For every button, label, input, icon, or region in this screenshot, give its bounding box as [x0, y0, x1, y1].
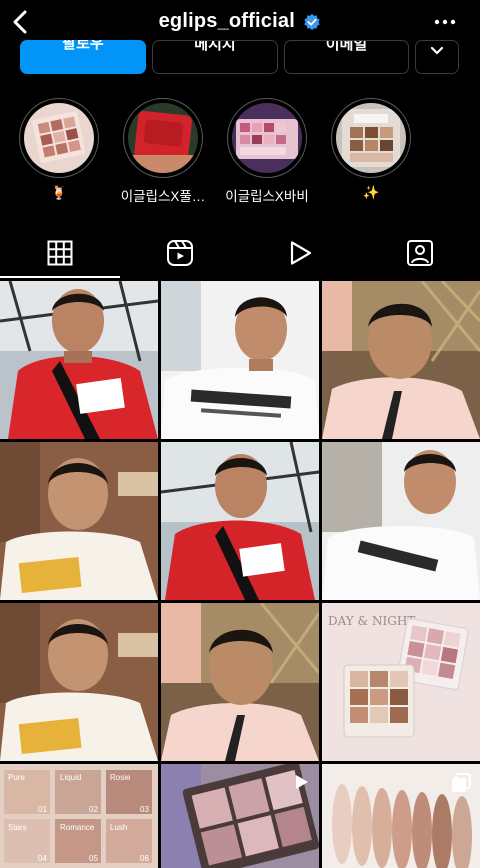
shade-number-label: 01: [38, 805, 47, 814]
shade-name-label: Pure: [8, 773, 25, 782]
highlight-item[interactable]: ✨: [323, 98, 419, 201]
tab-videos[interactable]: [240, 228, 360, 278]
shade-name-label: Liquid: [60, 773, 81, 782]
follow-button[interactable]: 팔로우: [20, 40, 146, 74]
email-button[interactable]: 이메일: [284, 40, 409, 74]
play-icon: [290, 241, 312, 265]
verified-badge-icon: [304, 13, 321, 30]
highlight-label: ✨: [362, 185, 380, 200]
reels-icon: [167, 240, 193, 266]
shade-number-label: 02: [89, 805, 98, 814]
highlight-item[interactable]: 이글립스X바비: [219, 98, 315, 205]
chevron-down-icon: [430, 46, 444, 55]
message-button[interactable]: 메시지: [152, 40, 278, 74]
highlight-cover: [128, 103, 198, 173]
shade-number-label: 04: [38, 854, 47, 863]
post-thumbnail[interactable]: [161, 281, 319, 439]
palette-caption: DAY & NIGHT: [328, 614, 415, 628]
tab-reels[interactable]: [120, 228, 240, 278]
email-button-label: 이메일: [325, 40, 368, 53]
follow-button-label: 팔로우: [62, 40, 104, 52]
grid-icon: [47, 240, 73, 266]
album-indicator-icon: [452, 773, 471, 792]
highlight-item[interactable]: 🍹: [11, 98, 107, 201]
post-thumbnail[interactable]: [0, 603, 158, 761]
tab-posts-grid[interactable]: [0, 228, 120, 278]
message-button-label: 메시지: [194, 40, 236, 53]
shade-number-label: 05: [89, 854, 98, 863]
post-thumbnail[interactable]: Pure Liquid Rosie Stars Romance Lush 01 …: [0, 764, 158, 868]
shade-number-label: 06: [140, 854, 149, 863]
profile-actions: 팔로우 메시지 이메일: [0, 38, 480, 76]
story-highlights: 🍹 이글립스X풀… 이글립스X바비 ✨: [0, 98, 480, 208]
shade-name-label: Lush: [110, 823, 127, 832]
more-options-icon[interactable]: [434, 12, 456, 32]
highlight-item[interactable]: 이글립스X풀…: [115, 98, 211, 205]
post-thumbnail[interactable]: [322, 764, 480, 868]
post-thumbnail[interactable]: [322, 442, 480, 600]
post-thumbnail[interactable]: [161, 603, 319, 761]
highlight-label: 이글립스X바비: [225, 189, 309, 204]
posts-grid: DAY & NIGHT Pure Liquid Rosie Stars Roma…: [0, 281, 480, 868]
post-thumbnail[interactable]: [322, 281, 480, 439]
post-thumbnail[interactable]: DAY & NIGHT: [322, 603, 480, 761]
profile-username: eglips_official: [158, 10, 295, 32]
highlight-label: 이글립스X풀…: [120, 189, 206, 204]
reel-indicator-icon: [296, 775, 308, 789]
tab-tagged[interactable]: [360, 228, 480, 278]
post-thumbnail[interactable]: [161, 442, 319, 600]
highlight-cover: [232, 103, 302, 173]
post-thumbnail[interactable]: [0, 442, 158, 600]
profile-tabs: [0, 228, 480, 278]
shade-name-label: Stars: [8, 823, 27, 832]
shade-number-label: 03: [140, 805, 149, 814]
highlight-cover: [336, 103, 406, 173]
post-thumbnail[interactable]: [161, 764, 319, 868]
highlight-cover: [24, 103, 94, 173]
suggestions-dropdown-button[interactable]: [415, 40, 459, 74]
tagged-person-icon: [407, 240, 433, 266]
shade-name-label: Rosie: [110, 773, 131, 782]
highlight-label: 🍹: [50, 185, 68, 200]
post-thumbnail[interactable]: [0, 281, 158, 439]
shade-name-label: Romance: [60, 823, 95, 832]
